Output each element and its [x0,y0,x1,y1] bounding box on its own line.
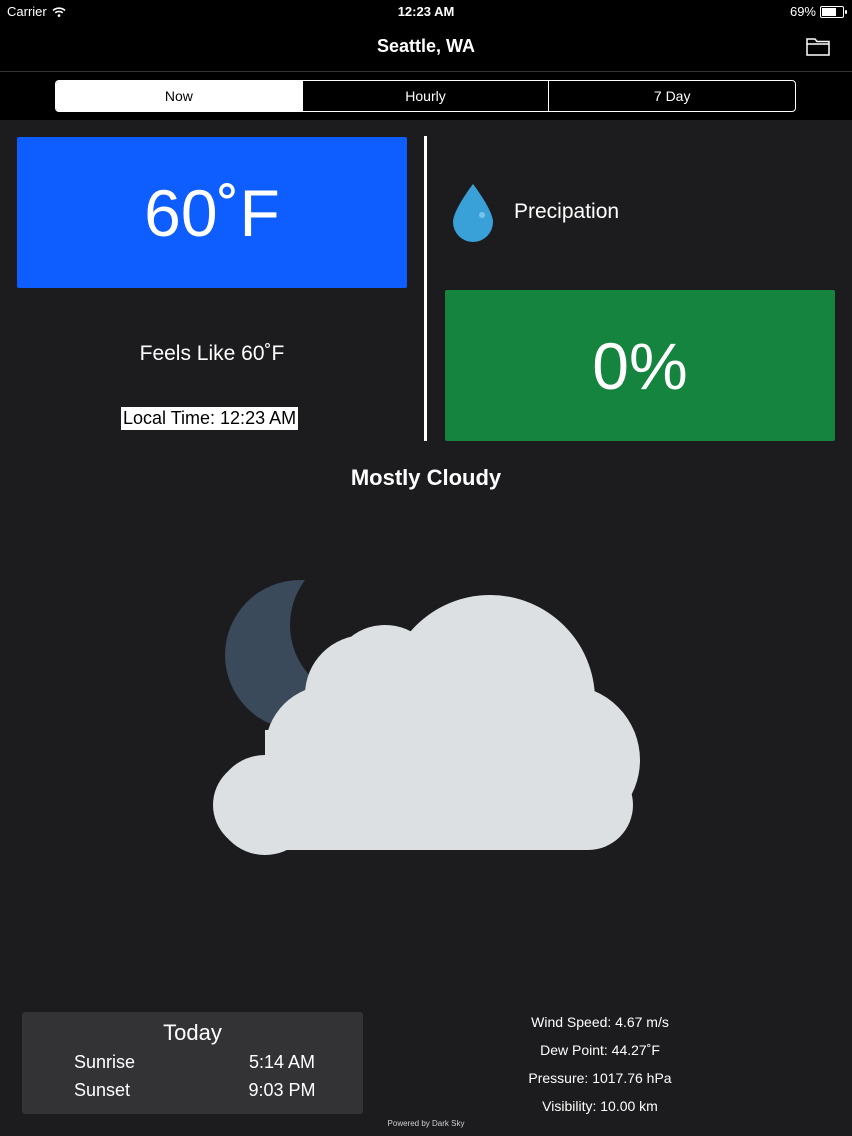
precipitation-panel: 0% [445,290,835,441]
pressure-text: Pressure: 1017.76 hPa [528,1070,672,1086]
temperature-panel: 60˚F [17,137,407,288]
today-panel: Today Sunrise 5:14 AM Sunset 9:03 PM [22,1012,363,1114]
weather-details: Wind Speed: 4.67 m/s Dew Point: 44.27˚F … [480,1012,720,1124]
local-time-text: Local Time: 12:23 AM [121,407,299,430]
navigation-bar: Seattle, WA [0,24,852,72]
view-segmented-control: Now Hourly 7 Day [55,80,796,112]
folder-icon[interactable] [806,36,830,56]
battery-icon [820,5,847,18]
battery-percent: 69% [789,4,816,19]
page-title: Seattle, WA [376,36,476,56]
battery-level [822,7,836,16]
tab-7-day[interactable]: 7 Day [548,81,795,111]
sunset-label: Sunset [74,1080,131,1100]
sunrise-value: 5:14 AM [248,1052,316,1072]
today-title: Today [163,1020,222,1045]
segment-container: Now Hourly 7 Day [0,72,852,120]
battery-info: 69% [789,4,847,19]
wind-speed-text: Wind Speed: 4.67 m/s [531,1014,669,1030]
precipitation-label: Precipation [514,200,620,223]
status-time: 12:23 AM [397,4,455,19]
water-drop-icon [453,184,493,242]
partly-cloudy-night-icon [213,560,640,855]
sunset-value: 9:03 PM [248,1080,316,1100]
weather-summary: Mostly Cloudy [350,465,502,490]
tab-hourly[interactable]: Hourly [301,81,549,111]
column-divider [424,136,427,441]
tab-now[interactable]: Now [56,81,302,111]
dew-point-text: Dew Point: 44.27˚F [540,1042,660,1058]
sunrise-label: Sunrise [74,1052,136,1072]
feels-like-text: Feels Like 60˚F [139,342,285,365]
status-bar: Carrier 12:23 AM 69% [0,0,852,24]
powered-by-link[interactable]: Powered by Dark Sky [0,1119,852,1128]
